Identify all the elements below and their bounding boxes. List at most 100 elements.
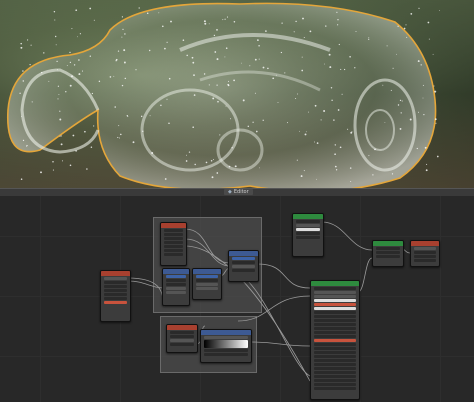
sparkle	[121, 36, 123, 38]
node-field[interactable]	[196, 275, 218, 278]
sparkle	[166, 98, 168, 100]
sparkle	[26, 144, 28, 147]
node-field[interactable]	[204, 349, 248, 352]
sparkle	[194, 163, 196, 166]
node-field[interactable]	[296, 236, 320, 239]
node-field[interactable]	[314, 295, 356, 298]
node-field[interactable]	[166, 287, 186, 290]
node-field[interactable]	[314, 363, 356, 366]
node-field	[164, 229, 183, 232]
sparkle	[69, 61, 72, 64]
sparkle	[286, 122, 289, 124]
node-field[interactable]	[314, 343, 356, 346]
math-node[interactable]	[228, 250, 259, 282]
sparkle	[234, 165, 237, 168]
sparkle	[247, 125, 250, 128]
node-field[interactable]	[314, 307, 356, 310]
vector-math-node-b[interactable]	[192, 268, 222, 300]
node-field[interactable]	[296, 228, 320, 231]
editor-type-tab[interactable]: ◆ Editor	[224, 189, 253, 195]
node-field[interactable]	[314, 371, 356, 374]
node-field[interactable]	[314, 335, 356, 338]
node-field[interactable]	[314, 299, 356, 302]
node-field[interactable]	[296, 224, 320, 227]
sparkle	[191, 56, 194, 59]
node-field[interactable]	[104, 293, 127, 296]
sparkle	[30, 44, 32, 46]
node-field[interactable]	[314, 315, 356, 318]
node-field[interactable]	[104, 301, 127, 304]
node-field[interactable]	[104, 289, 127, 292]
node-field[interactable]	[232, 261, 255, 264]
sparkle	[284, 72, 286, 74]
node-field[interactable]	[204, 353, 248, 356]
mix-shader-node[interactable]	[372, 240, 404, 267]
sparkle	[428, 38, 430, 40]
node-field[interactable]	[196, 283, 218, 286]
node-field[interactable]	[314, 383, 356, 386]
node-field[interactable]	[166, 291, 186, 294]
node-field[interactable]	[170, 343, 194, 346]
node-field[interactable]	[376, 255, 400, 258]
sparkle	[55, 35, 57, 38]
sparkle	[123, 49, 126, 52]
node-field[interactable]	[314, 319, 356, 322]
node-field[interactable]	[314, 375, 356, 378]
sparkle	[217, 100, 219, 103]
vector-math-node-a[interactable]	[162, 268, 190, 306]
node-field[interactable]	[314, 327, 356, 330]
node-field[interactable]	[314, 355, 356, 358]
node-field[interactable]	[104, 277, 127, 280]
sparkle	[118, 137, 120, 139]
sparkle	[368, 38, 370, 40]
node-field[interactable]	[104, 297, 127, 300]
glass-bsdf-node[interactable]	[292, 213, 324, 257]
node-field	[164, 237, 183, 240]
node-field[interactable]	[314, 379, 356, 382]
sparkle	[216, 84, 218, 86]
principled-bsdf-node[interactable]	[310, 280, 360, 400]
node-field[interactable]	[166, 279, 186, 282]
node-editor[interactable]	[0, 196, 474, 402]
node-field[interactable]	[314, 303, 356, 306]
color-ramp-gradient[interactable]	[204, 340, 248, 348]
sparkle	[301, 69, 304, 72]
sparkle	[405, 24, 407, 26]
node-field[interactable]	[232, 265, 255, 268]
node-field[interactable]	[376, 247, 400, 250]
color-ramp-node[interactable]	[200, 329, 252, 363]
texture-coordinate-node[interactable]	[160, 222, 187, 266]
node-field[interactable]	[204, 336, 248, 339]
sparkle	[275, 74, 277, 76]
node-field[interactable]	[104, 285, 127, 288]
sparkle	[257, 39, 259, 41]
node-field[interactable]	[296, 232, 320, 235]
sparkle	[335, 169, 338, 171]
node-field[interactable]	[314, 291, 356, 294]
sparkle	[436, 155, 439, 158]
node-field[interactable]	[232, 269, 255, 272]
node-field[interactable]	[314, 311, 356, 314]
node-field[interactable]	[314, 367, 356, 370]
node-field[interactable]	[166, 275, 186, 278]
sparkle	[313, 141, 315, 143]
input-node[interactable]	[100, 270, 131, 322]
node-field[interactable]	[196, 279, 218, 282]
node-field[interactable]	[196, 287, 218, 290]
node-field[interactable]	[314, 347, 356, 350]
node-field[interactable]	[104, 281, 127, 284]
node-field[interactable]	[170, 339, 194, 342]
node-field[interactable]	[314, 359, 356, 362]
node-field[interactable]	[314, 331, 356, 334]
node-field[interactable]	[376, 251, 400, 254]
material-output-node[interactable]	[410, 240, 440, 267]
node-field[interactable]	[166, 283, 186, 286]
node-field[interactable]	[414, 247, 436, 250]
node-field[interactable]	[314, 351, 356, 354]
node-field[interactable]	[314, 339, 356, 342]
node-field[interactable]	[232, 257, 255, 260]
node-field[interactable]	[314, 387, 356, 390]
value-node[interactable]	[166, 324, 198, 353]
3d-viewport[interactable]	[0, 0, 474, 188]
node-field[interactable]	[314, 323, 356, 326]
